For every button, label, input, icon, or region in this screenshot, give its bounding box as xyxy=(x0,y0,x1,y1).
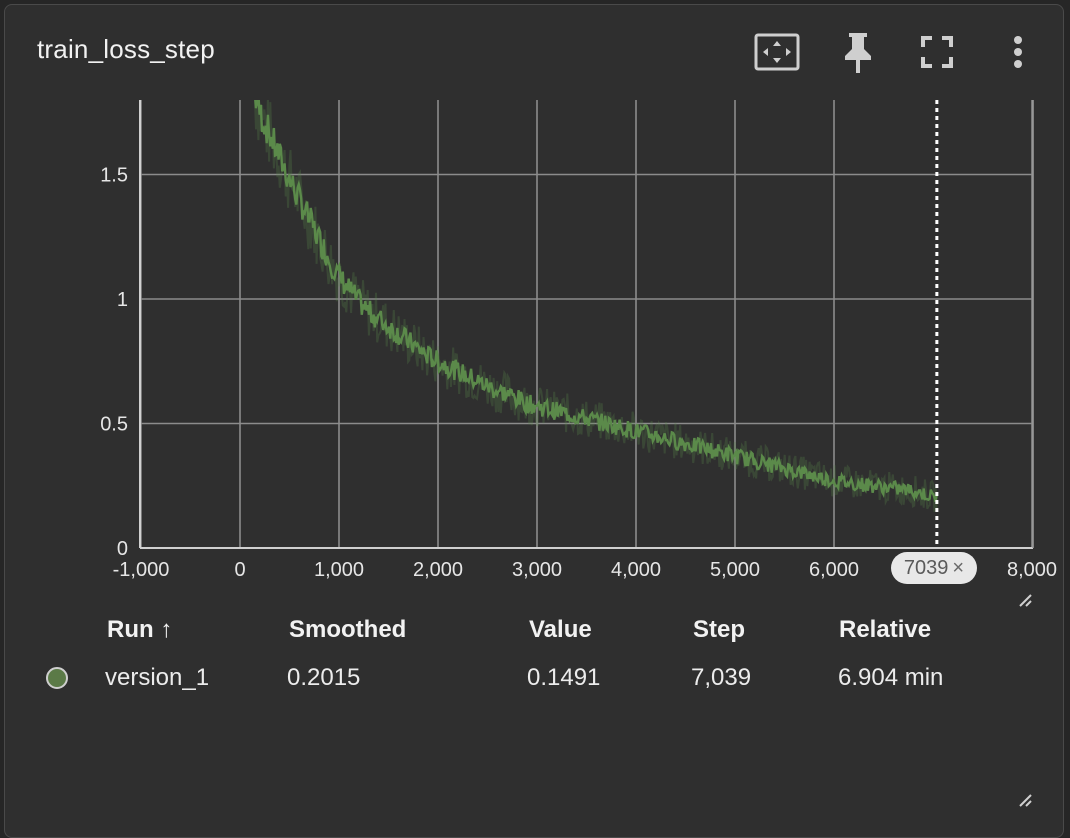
col-header-relative[interactable]: Relative xyxy=(839,616,931,644)
close-icon[interactable]: × xyxy=(952,557,964,580)
y-tick-label: 1.5 xyxy=(100,165,128,187)
x-tick-label: 3,000 xyxy=(512,559,562,581)
col-header-value[interactable]: Value xyxy=(529,616,592,644)
x-tick-label: -1,000 xyxy=(113,559,170,581)
x-tick-label: 2,000 xyxy=(413,559,463,581)
step-marker-chip[interactable]: 7039 × xyxy=(891,552,977,584)
step-marker-label: 7039 xyxy=(903,556,949,579)
col-header-step[interactable]: Step xyxy=(693,616,745,644)
resize-handle-icon[interactable] xyxy=(1017,592,1033,608)
run-color-swatch xyxy=(46,667,68,689)
resize-handle-icon[interactable] xyxy=(1017,792,1033,808)
cell-relative: 6.904 min xyxy=(838,664,944,691)
cell-run: version_1 xyxy=(105,664,210,691)
x-tick-label: 6,000 xyxy=(809,559,859,581)
cell-step: 7,039 xyxy=(691,664,752,691)
col-header-smoothed[interactable]: Smoothed xyxy=(289,616,406,644)
line-chart[interactable]: -1,000 0 1,000 2,000 3,000 4,000 5,000 6,000 8,0… xyxy=(0,0,1070,605)
x-tick-label: 5,000 xyxy=(710,559,760,581)
x-tick-label: 0 xyxy=(234,559,245,581)
y-tick-label: 1 xyxy=(117,289,128,311)
x-tick-label: 1,000 xyxy=(314,559,364,581)
cell-smoothed: 0.2015 xyxy=(287,664,361,691)
y-tick-label: 0 xyxy=(117,538,128,560)
x-tick-label: 4,000 xyxy=(611,559,661,581)
col-header-run[interactable]: Run ↑ xyxy=(107,616,172,644)
y-tick-label: 0.5 xyxy=(100,414,128,436)
axes: -1,000 0 1,000 2,000 3,000 4,000 5,000 6,000 8,0… xyxy=(100,100,1057,581)
chart-canvas[interactable]: -1,000 0 1,000 2,000 3,000 4,000 5,000 6,000 8,0… xyxy=(0,0,1070,600)
cell-value: 0.1491 xyxy=(527,664,601,691)
x-tick-label: 8,000 xyxy=(1007,559,1057,581)
